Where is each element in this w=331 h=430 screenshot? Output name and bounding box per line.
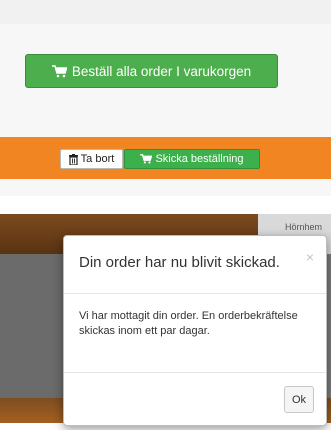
- order-confirmation-modal: Din order har nu blivit skickad. × Vi ha…: [63, 235, 327, 426]
- order-all-button[interactable]: Beställ alla order I varukorgen: [25, 54, 278, 88]
- modal-footer: Ok: [64, 372, 326, 426]
- order-all-label: Beställ alla order I varukorgen: [71, 63, 252, 79]
- delete-label: Ta bort: [80, 153, 115, 165]
- delete-button[interactable]: Ta bort: [60, 149, 123, 169]
- modal-header: Din order har nu blivit skickad. ×: [64, 236, 326, 294]
- close-icon[interactable]: ×: [306, 250, 314, 264]
- modal-body-text: Vi har mottagit din order. En orderbekrä…: [79, 310, 298, 337]
- trash-icon: [68, 153, 78, 165]
- shopping-cart-icon: [51, 64, 67, 78]
- send-order-label: Skicka beställning: [155, 153, 244, 165]
- ok-button[interactable]: Ok: [284, 386, 314, 413]
- backdrop-nav-link: Hörnhem: [285, 222, 323, 232]
- modal-title: Din order har nu blivit skickad.: [79, 254, 280, 271]
- shopping-cart-icon: [140, 154, 153, 164]
- send-order-button[interactable]: Skicka beställning: [124, 149, 260, 169]
- top-bar: [0, 0, 331, 24]
